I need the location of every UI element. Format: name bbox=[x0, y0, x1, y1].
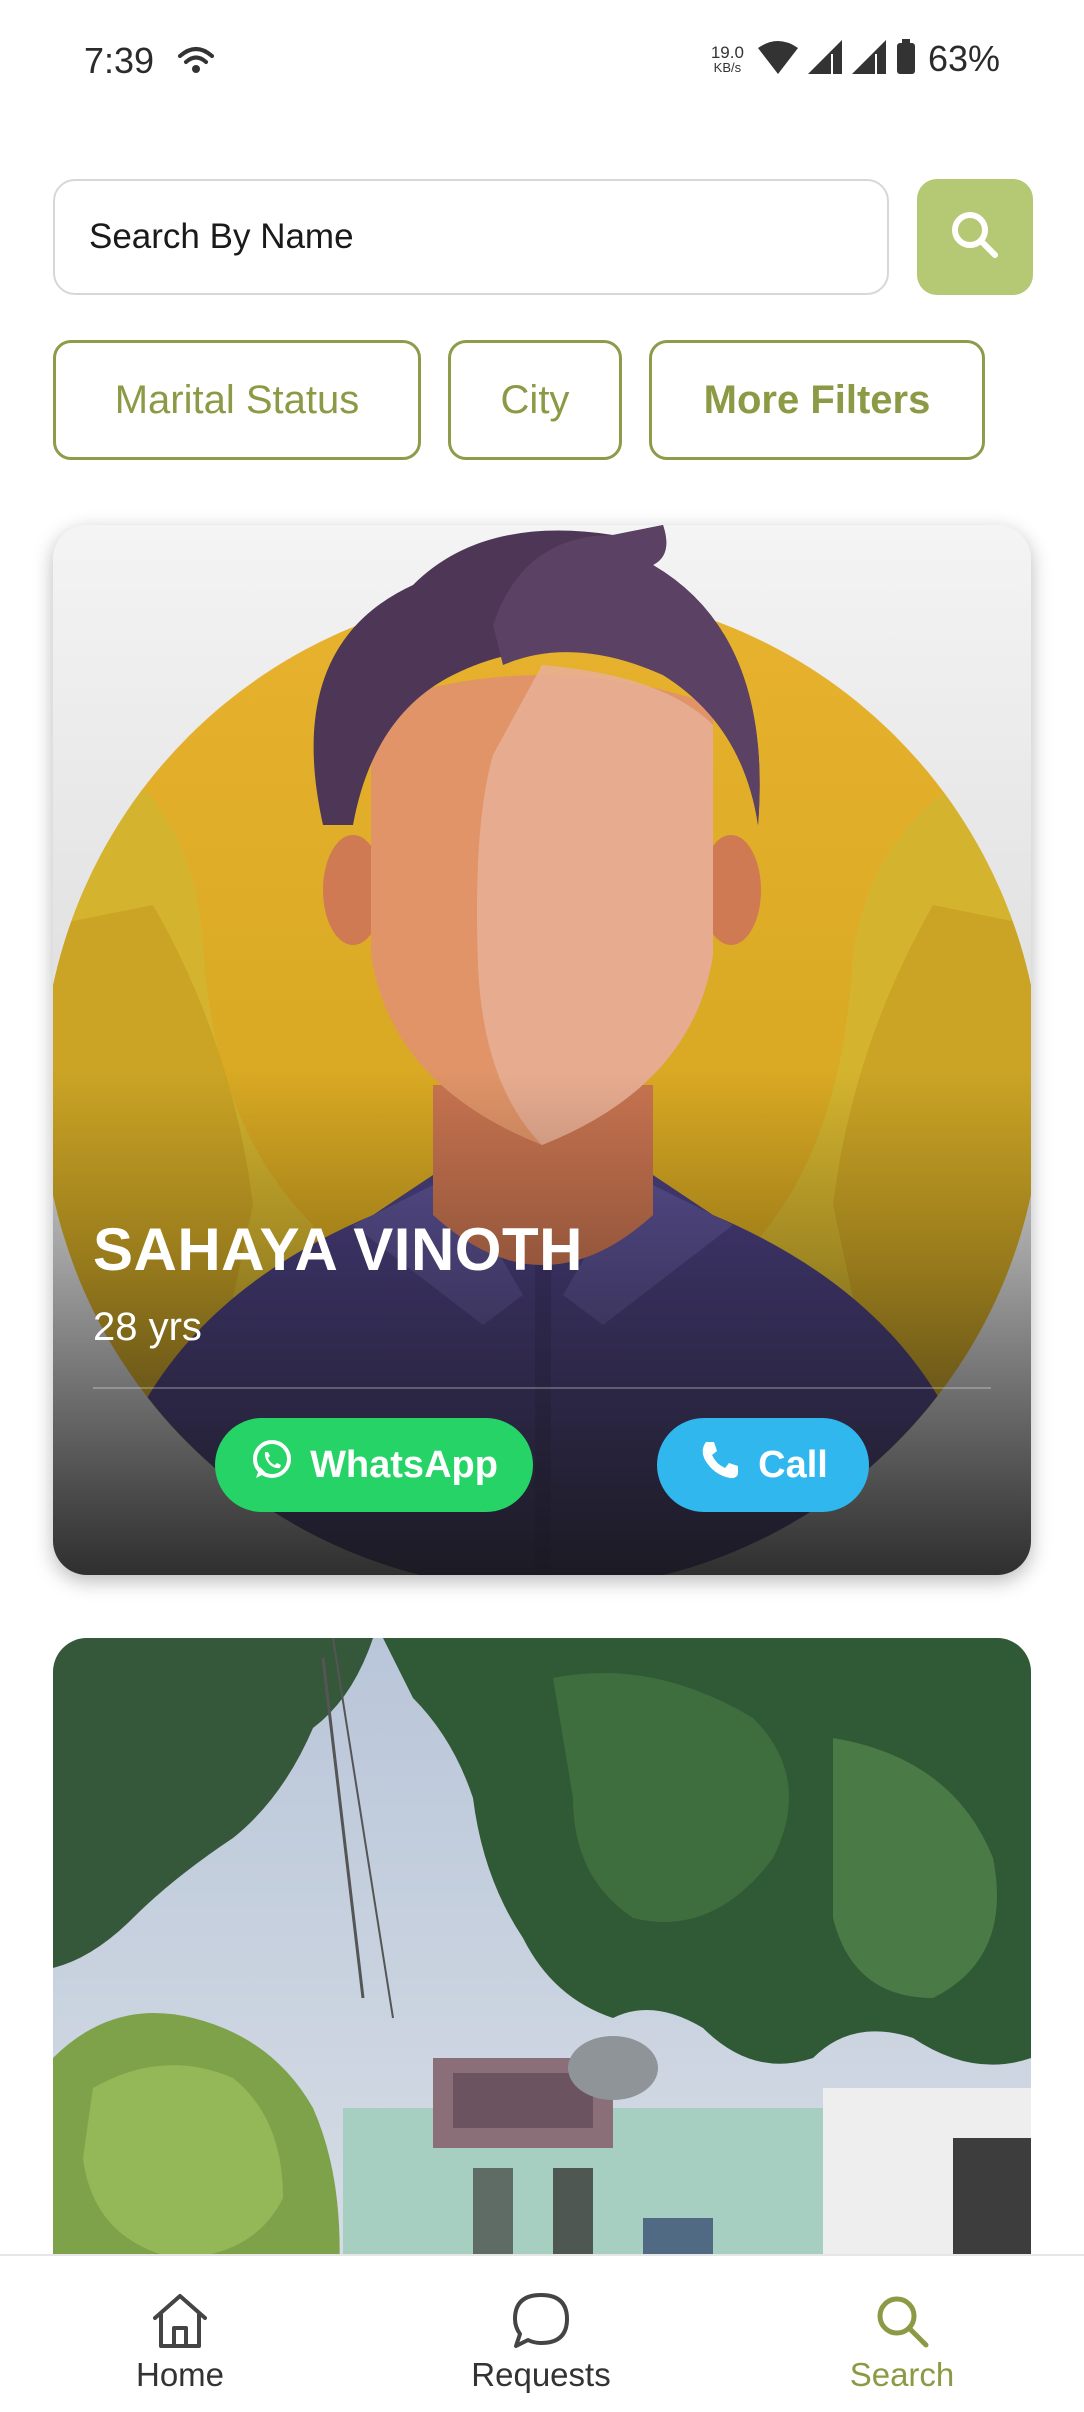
phone-icon bbox=[698, 1438, 742, 1492]
whatsapp-icon bbox=[250, 1438, 294, 1492]
profile-age: 28 yrs bbox=[93, 1305, 202, 1349]
card-divider bbox=[93, 1387, 991, 1389]
search-button[interactable] bbox=[917, 179, 1033, 295]
status-time: 7:39 bbox=[84, 40, 155, 81]
status-icons: 19.0 KB/s 63% bbox=[711, 38, 1000, 80]
profile-photo bbox=[53, 1638, 1031, 2338]
hotspot-wifi-icon bbox=[176, 44, 216, 81]
city-filter[interactable]: City bbox=[448, 340, 622, 460]
bottom-navigation: Home Requests Search bbox=[0, 2254, 1084, 2412]
nav-search[interactable]: Search bbox=[802, 2256, 1002, 2412]
wifi-icon bbox=[757, 40, 798, 79]
nav-requests-label: Requests bbox=[471, 2356, 611, 2393]
nav-requests[interactable]: Requests bbox=[441, 2256, 641, 2412]
profile-card[interactable]: SAHAYA VINOTH 28 yrs WhatsApp Call bbox=[53, 525, 1031, 1575]
network-speed: 19.0 KB/s bbox=[710, 43, 744, 75]
marital-status-filter[interactable]: Marital Status bbox=[53, 340, 421, 460]
card-gradient-overlay bbox=[53, 525, 1031, 1575]
home-icon bbox=[149, 2290, 211, 2352]
nav-home-label: Home bbox=[135, 2356, 225, 2393]
nav-home[interactable]: Home bbox=[80, 2256, 280, 2412]
whatsapp-button[interactable]: WhatsApp bbox=[215, 1418, 533, 1512]
whatsapp-label: WhatsApp bbox=[310, 1443, 498, 1486]
call-label: Call bbox=[758, 1443, 828, 1486]
status-bar: 7:39 19.0 KB/s 63% bbox=[0, 0, 1084, 125]
search-screen: 7:39 19.0 KB/s 63% Search By Name Marita… bbox=[0, 0, 1084, 2412]
call-button[interactable]: Call bbox=[657, 1418, 869, 1512]
chat-bubble-icon bbox=[510, 2290, 572, 2352]
search-field-container bbox=[53, 179, 889, 295]
signal-icon-2 bbox=[851, 39, 886, 79]
search-input[interactable] bbox=[87, 216, 887, 258]
search-icon bbox=[947, 207, 1003, 268]
more-filters-button[interactable]: More Filters bbox=[649, 340, 985, 460]
nav-search-label: Search bbox=[849, 2356, 955, 2393]
search-icon bbox=[871, 2290, 933, 2352]
signal-icon bbox=[807, 39, 842, 79]
battery-icon bbox=[896, 38, 916, 80]
profile-name: SAHAYA VINOTH bbox=[93, 1216, 583, 1283]
profile-card-2[interactable] bbox=[53, 1638, 1031, 2338]
battery-percent: 63% bbox=[927, 38, 1000, 79]
